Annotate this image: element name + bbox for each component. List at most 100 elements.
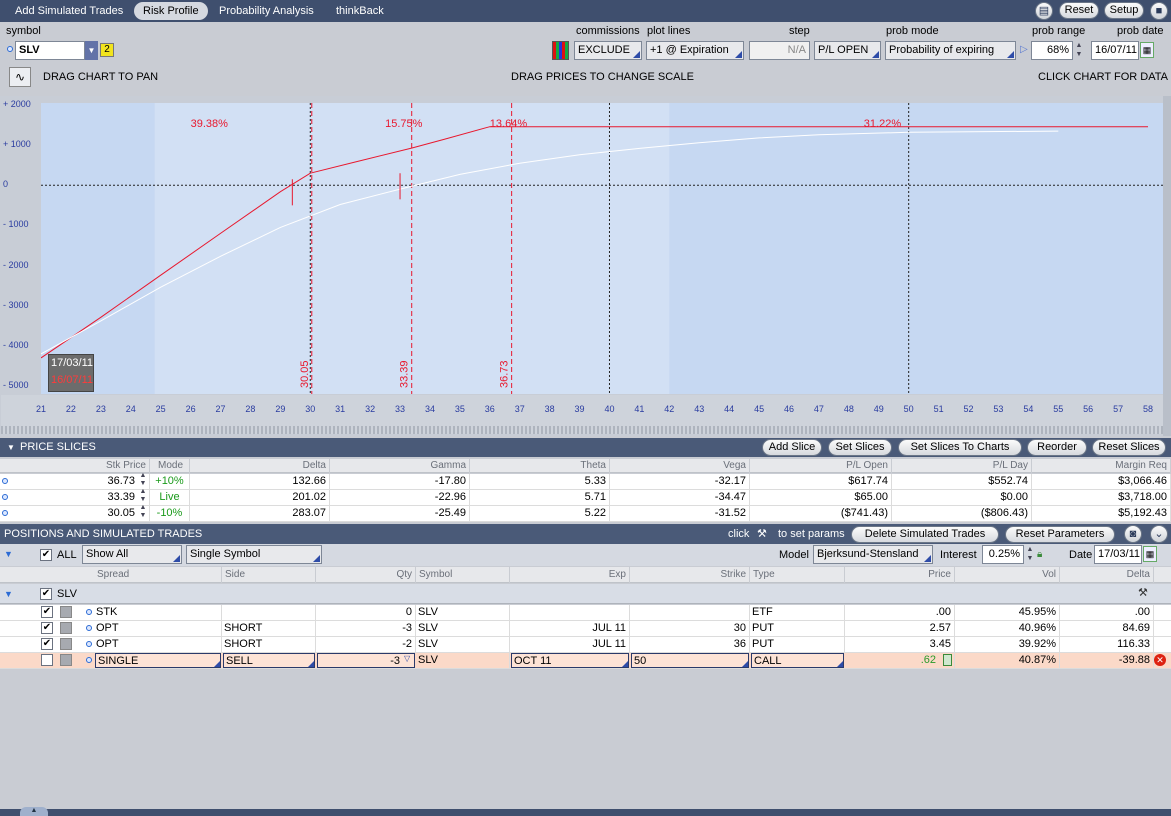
symbol-dropdown-icon[interactable]: ▼ bbox=[85, 41, 98, 60]
row-dot-icon[interactable] bbox=[86, 625, 92, 631]
col-spread[interactable]: Spread bbox=[94, 567, 222, 583]
col-pl-open[interactable]: P/L Open bbox=[750, 459, 892, 473]
chart-type-icon[interactable]: ∿ bbox=[9, 67, 31, 87]
col-vega[interactable]: Vega bbox=[610, 459, 750, 473]
row-dot-icon[interactable] bbox=[86, 641, 92, 647]
prob-mode-select[interactable]: Probability of expiring bbox=[885, 41, 1016, 60]
setup-button[interactable]: Setup bbox=[1104, 2, 1144, 19]
collapse-arrow-icon[interactable]: ▼ bbox=[7, 438, 15, 457]
col-delta[interactable]: Delta bbox=[190, 459, 330, 473]
position-row[interactable]: ✔ OPT SHORT -2 SLV JUL 11 36 PUT 3.45 39.92% 116.3… bbox=[0, 637, 1171, 653]
set-slices-button[interactable]: Set Slices bbox=[828, 439, 892, 456]
tab-probability-analysis[interactable]: Probability Analysis bbox=[210, 2, 323, 20]
stk-price-stepper[interactable]: ▲ ▼ bbox=[138, 472, 148, 488]
step-input[interactable]: N/A bbox=[749, 41, 810, 60]
prob-date-input[interactable]: 16/07/11 bbox=[1091, 41, 1139, 60]
plot-lines-select[interactable]: +1 @ Expiration bbox=[646, 41, 744, 60]
group-select[interactable]: Single Symbol bbox=[186, 545, 322, 564]
commissions-grid-icon[interactable] bbox=[552, 41, 569, 60]
position-row[interactable]: ✔ STK 0 SLV ETF .00 45.95% .00 bbox=[0, 605, 1171, 621]
date-calendar-icon[interactable]: ▦ bbox=[1143, 546, 1157, 562]
all-checkbox[interactable]: ✔ bbox=[40, 549, 52, 561]
reorder-button[interactable]: Reorder bbox=[1027, 439, 1087, 456]
row-checkbox[interactable]: ✔ bbox=[41, 622, 53, 634]
stk-price-stepper[interactable]: ▲ ▼ bbox=[138, 504, 148, 520]
row-checkbox[interactable] bbox=[41, 654, 53, 666]
sim-spread[interactable]: SINGLE bbox=[95, 653, 221, 668]
simulated-trade-row[interactable]: SINGLE SELL -3 SLV OCT 11 50 CALL .62 40.87% -39.… bbox=[0, 653, 1171, 669]
lock-icon[interactable]: 🔒︎ bbox=[1037, 549, 1042, 560]
tab-add-simulated-trades[interactable]: Add Simulated Trades bbox=[6, 2, 132, 20]
tab-thinkback[interactable]: thinkBack bbox=[327, 2, 393, 20]
risk-profile-svg[interactable]: 30.05 33.39 36.73 39.38% 15.75% 13.64% 31.22% bbox=[41, 103, 1163, 394]
tab-risk-profile[interactable]: Risk Profile bbox=[134, 2, 208, 20]
prob-range-input[interactable]: 68% bbox=[1031, 41, 1073, 60]
sim-price[interactable]: .62 bbox=[845, 653, 955, 668]
col-mode[interactable]: Mode bbox=[150, 459, 190, 473]
row-color-swatch[interactable] bbox=[60, 654, 72, 666]
model-select[interactable]: Bjerksund-Stensland bbox=[813, 545, 933, 564]
col-exp[interactable]: Exp bbox=[510, 567, 630, 583]
col-vol[interactable]: Vol bbox=[955, 567, 1060, 583]
expand-panel-icon[interactable]: ▲ bbox=[20, 807, 48, 816]
group-expand-icon[interactable]: ▼ bbox=[4, 589, 13, 599]
expand-arrow-icon[interactable]: ▼ bbox=[4, 549, 13, 559]
row-dot-icon[interactable] bbox=[86, 609, 92, 615]
chart-resize-handle[interactable] bbox=[1, 426, 1163, 434]
col-stk-price[interactable]: Stk Price bbox=[0, 459, 150, 473]
row-checkbox[interactable]: ✔ bbox=[41, 606, 53, 618]
sim-strike[interactable]: 50 bbox=[631, 653, 749, 668]
col-type[interactable]: Type bbox=[750, 567, 845, 583]
group-checkbox[interactable]: ✔ bbox=[40, 588, 52, 600]
col-side[interactable]: Side bbox=[222, 567, 316, 583]
price-slice-row[interactable]: 33.39 Live 201.02 -22.96 5.71 -34.47 $65.00 $0.… bbox=[0, 488, 1171, 506]
position-row[interactable]: ✔ OPT SHORT -3 SLV JUL 11 30 PUT 2.57 40.96% 84.69 bbox=[0, 621, 1171, 637]
group-row-slv[interactable]: ▼ ✔ SLV ⚒ bbox=[0, 584, 1171, 604]
price-slice-row[interactable]: 30.05 -10% 283.07 -25.49 5.22 -31.52 ($741.43)… bbox=[0, 504, 1171, 522]
col-strike[interactable]: Strike bbox=[630, 567, 750, 583]
delete-simulated-trades-button[interactable]: Delete Simulated Trades bbox=[851, 526, 999, 543]
save-icon[interactable]: ■ bbox=[1150, 2, 1168, 20]
slice-stk-price[interactable]: 36.73 bbox=[0, 474, 150, 489]
row-color-swatch[interactable] bbox=[60, 638, 72, 650]
sim-qty[interactable]: -3 bbox=[317, 653, 415, 668]
date-input[interactable]: 17/03/11 bbox=[1094, 545, 1142, 564]
reset-parameters-button[interactable]: Reset Parameters bbox=[1005, 526, 1115, 543]
symbol-badge[interactable]: 2 bbox=[100, 43, 114, 57]
chart-right-scroll[interactable] bbox=[1163, 96, 1171, 436]
col-delta-pos[interactable]: Delta bbox=[1060, 567, 1154, 583]
prob-range-stepper[interactable]: ▲ ▼ bbox=[1074, 41, 1084, 60]
camera-icon[interactable]: ◙ bbox=[1124, 525, 1142, 543]
row-checkbox[interactable]: ✔ bbox=[41, 638, 53, 650]
symbol-input[interactable]: SLV bbox=[15, 41, 85, 60]
col-price[interactable]: Price bbox=[845, 567, 955, 583]
risk-profile-chart[interactable]: 30.05 33.39 36.73 39.38% 15.75% 13.64% 31.22% … bbox=[41, 103, 1163, 394]
col-qty[interactable]: Qty bbox=[316, 567, 416, 583]
qty-dropdown-icon[interactable]: ▽ bbox=[404, 654, 410, 663]
reset-slices-button[interactable]: Reset Slices bbox=[1092, 439, 1166, 456]
row-color-swatch[interactable] bbox=[60, 622, 72, 634]
interest-input[interactable]: 0.25% bbox=[982, 545, 1024, 564]
add-slice-button[interactable]: Add Slice bbox=[762, 439, 822, 456]
slice-stk-price[interactable]: 30.05 bbox=[0, 506, 150, 521]
slice-stk-price[interactable]: 33.39 bbox=[0, 490, 150, 505]
reset-button[interactable]: Reset bbox=[1059, 2, 1099, 19]
col-gamma[interactable]: Gamma bbox=[330, 459, 470, 473]
interest-stepper[interactable]: ▲ ▼ bbox=[1025, 545, 1035, 564]
col-theta[interactable]: Theta bbox=[470, 459, 610, 473]
group-wrench-icon[interactable]: ⚒ bbox=[1138, 586, 1148, 599]
pl-mode-select[interactable]: P/L OPEN bbox=[814, 41, 881, 60]
arrow-right-icon[interactable]: ▷ bbox=[1020, 44, 1028, 55]
row-dot-icon[interactable] bbox=[86, 657, 92, 663]
print-icon[interactable]: ▤ bbox=[1035, 2, 1053, 20]
col-margin-req[interactable]: Margin Req bbox=[1032, 459, 1171, 473]
show-select[interactable]: Show All bbox=[82, 545, 182, 564]
sim-exp[interactable]: OCT 11 bbox=[511, 653, 629, 668]
row-color-swatch[interactable] bbox=[60, 606, 72, 618]
remove-trade-icon[interactable]: ✕ bbox=[1154, 654, 1166, 666]
calendar-icon[interactable]: ▦ bbox=[1140, 42, 1154, 58]
sim-type[interactable]: CALL bbox=[751, 653, 844, 668]
collapse-icon[interactable]: ⌄ bbox=[1150, 525, 1168, 543]
price-slice-row[interactable]: 36.73 +10% 132.66 -17.80 5.33 -32.17 $617.74 $5… bbox=[0, 472, 1171, 490]
sim-side[interactable]: SELL bbox=[223, 653, 315, 668]
